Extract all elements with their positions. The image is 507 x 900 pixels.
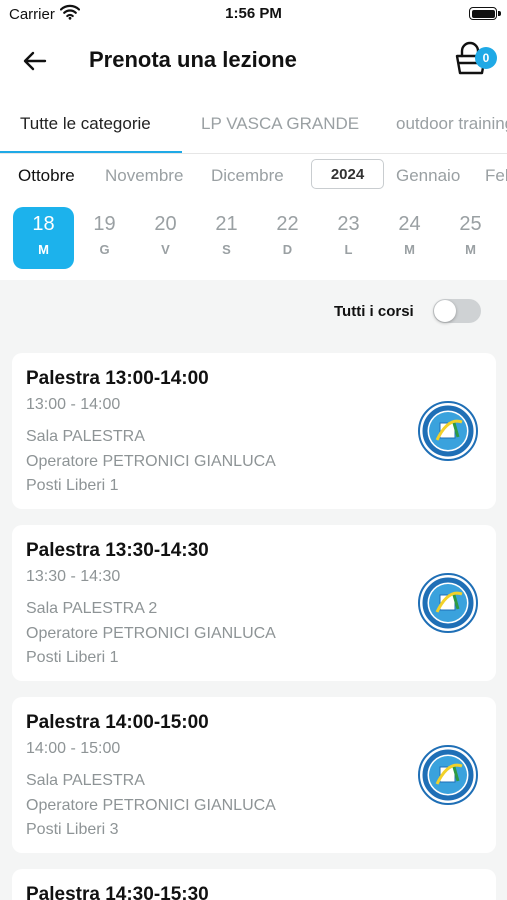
lesson-operator: Operatore PETRONICI GIANLUCA	[26, 453, 276, 470]
lesson-spots: Posti Liberi 3	[26, 821, 119, 838]
month-gennaio[interactable]: Gennaio	[396, 166, 460, 186]
lesson-time: 14:00 - 15:00	[26, 740, 121, 757]
day-weekday: D	[282, 242, 293, 257]
lesson-operator: Operatore PETRONICI GIANLUCA	[26, 625, 276, 642]
cart-count-badge: 0	[475, 47, 497, 69]
year-selector[interactable]: 2024	[311, 159, 384, 189]
day-weekday: S	[222, 242, 231, 257]
lesson-operator: Operatore PETRONICI GIANLUCA	[26, 797, 276, 814]
day-20[interactable]: 20 V	[135, 207, 196, 269]
day-number: 24	[398, 213, 421, 235]
day-weekday: M	[465, 242, 476, 257]
status-bar: Carrier 1:56 PM	[0, 0, 507, 28]
lesson-spots: Posti Liberi 1	[26, 649, 119, 666]
day-number: 19	[93, 213, 116, 235]
all-courses-toggle[interactable]	[433, 299, 481, 323]
lesson-card[interactable]: Palestra 13:00-14:00 13:00 - 14:00 Sala …	[12, 353, 496, 509]
lesson-card[interactable]: Palestra 14:00-15:00 14:00 - 15:00 Sala …	[12, 697, 496, 853]
lesson-title: Palestra 14:00-15:00	[26, 712, 209, 733]
day-18[interactable]: 18 M	[13, 207, 74, 269]
lesson-card[interactable]: Palestra 13:30-14:30 13:30 - 14:30 Sala …	[12, 525, 496, 681]
day-number: 22	[276, 213, 299, 235]
day-number: 18	[32, 213, 55, 235]
status-time: 1:56 PM	[225, 5, 282, 22]
lesson-spots: Posti Liberi 1	[26, 477, 119, 494]
month-ottobre[interactable]: Ottobre	[18, 166, 75, 186]
lesson-card[interactable]: Palestra 14:30-15:30	[12, 869, 496, 900]
day-weekday: V	[161, 242, 170, 257]
lesson-time: 13:30 - 14:30	[26, 568, 121, 585]
club-logo-icon	[418, 745, 478, 805]
active-tab-indicator	[0, 151, 182, 153]
lesson-room: Sala PALESTRA 2	[26, 600, 158, 617]
club-logo-icon	[418, 401, 478, 461]
day-23[interactable]: 23 L	[318, 207, 379, 269]
lesson-room: Sala PALESTRA	[26, 772, 145, 789]
day-weekday: M	[38, 242, 49, 257]
month-novembre[interactable]: Novembre	[105, 166, 183, 186]
back-arrow-icon[interactable]	[20, 46, 50, 76]
month-dicembre[interactable]: Dicembre	[211, 166, 284, 186]
day-weekday: L	[344, 242, 353, 257]
battery-icon	[469, 7, 501, 20]
day-number: 25	[459, 213, 482, 235]
lesson-title: Palestra 13:30-14:30	[26, 540, 209, 561]
tab-tutte-le-categorie[interactable]: Tutte le categorie	[20, 114, 151, 134]
lesson-title: Palestra 13:00-14:00	[26, 368, 209, 389]
lesson-time: 13:00 - 14:00	[26, 396, 121, 413]
day-21[interactable]: 21 S	[196, 207, 257, 269]
day-22[interactable]: 22 D	[257, 207, 318, 269]
top-panel: Carrier 1:56 PM Prenota una lezione 0 Tu…	[0, 0, 507, 280]
page-title: Prenota una lezione	[89, 47, 297, 72]
all-courses-label: Tutti i corsi	[334, 303, 414, 320]
toggle-knob	[434, 300, 456, 322]
day-number: 20	[154, 213, 177, 235]
month-febbraio[interactable]: Febbraio	[485, 166, 507, 186]
tab-lp-vasca-grande[interactable]: LP VASCA GRANDE	[201, 114, 359, 134]
day-25[interactable]: 25 M	[440, 207, 501, 269]
lesson-title: Palestra 14:30-15:30	[26, 884, 209, 900]
month-selector: Ottobre Novembre Dicembre 2024 Gennaio F…	[0, 156, 507, 196]
day-number: 21	[215, 213, 238, 235]
club-logo-icon	[418, 573, 478, 633]
category-tabs: Tutte le categorie LP VASCA GRANDE outdo…	[0, 106, 507, 154]
tab-outdoor-training[interactable]: outdoor training	[396, 114, 507, 134]
day-weekday: G	[99, 242, 110, 257]
day-24[interactable]: 24 M	[379, 207, 440, 269]
lesson-room: Sala PALESTRA	[26, 428, 145, 445]
day-weekday: M	[404, 242, 415, 257]
day-19[interactable]: 19 G	[74, 207, 135, 269]
day-number: 23	[337, 213, 360, 235]
